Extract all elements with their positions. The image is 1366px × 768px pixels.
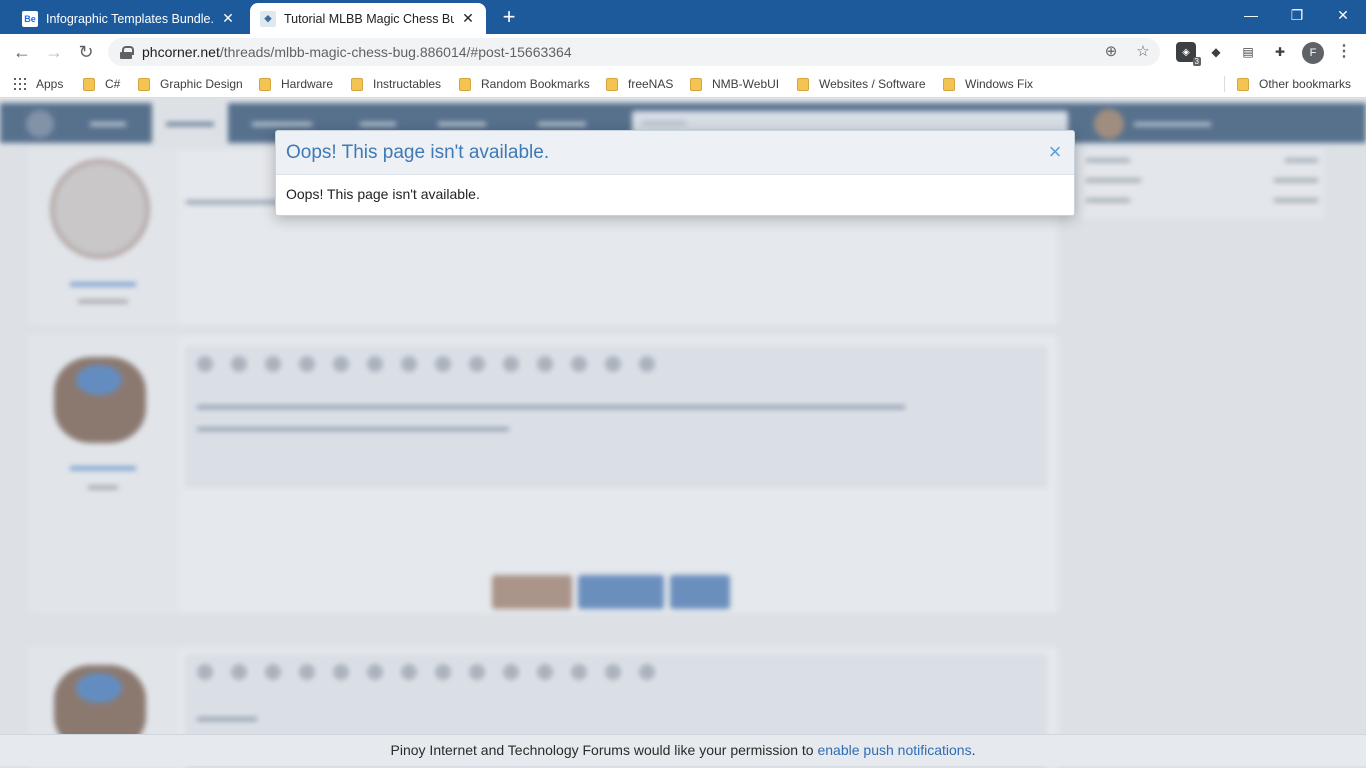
tab-close-icon[interactable]: ✕ — [460, 10, 476, 27]
url-path: /threads/mlbb-magic-chess-bug.886014/#po… — [219, 44, 572, 60]
url-host: phcorner.net — [142, 44, 220, 60]
phcorner-favicon-icon: ◆ — [260, 10, 276, 27]
profile-avatar[interactable]: F — [1302, 42, 1324, 64]
dialog-message: Oops! This page isn't available. — [286, 186, 480, 202]
browser-toolbar: ← → ↻ phcorner.net/threads/mlbb-magic-ch… — [0, 34, 1366, 70]
window-close-button[interactable]: ✕ — [1320, 0, 1366, 30]
push-notification-bar: Pinoy Internet and Technology Forums wou… — [0, 734, 1366, 766]
bookmark-csharp[interactable]: C# — [83, 75, 120, 93]
tab-mlbb-tutorial[interactable]: ◆ Tutorial MLBB Magic Chess Bug | ✕ — [250, 3, 486, 34]
extension-count: 3 — [1192, 57, 1201, 66]
folder-icon — [259, 77, 271, 91]
extension-doc-icon[interactable]: ▤ — [1238, 42, 1258, 62]
apps-grid-icon — [14, 78, 26, 90]
folder-icon — [606, 77, 618, 91]
folder-icon — [690, 77, 702, 91]
error-dialog: Oops! This page isn't available. × Oops!… — [275, 130, 1075, 216]
folder-icon — [83, 77, 95, 91]
new-tab-button[interactable]: + — [498, 6, 520, 28]
tab-close-icon[interactable]: ✕ — [220, 10, 236, 27]
bookmarks-bar: Apps C# Graphic Design Hardware Instruct… — [0, 70, 1366, 98]
restore-button[interactable]: ❐ — [1274, 0, 1320, 30]
bookmark-random[interactable]: Random Bookmarks — [459, 75, 590, 93]
bookmark-other[interactable]: Other bookmarks — [1237, 75, 1351, 93]
extension-shield-icon[interactable]: ◈ 3 — [1176, 42, 1201, 66]
behance-favicon-icon: Be — [22, 10, 38, 27]
folder-icon — [797, 77, 809, 91]
address-bar[interactable]: phcorner.net/threads/mlbb-magic-chess-bu… — [108, 38, 1160, 66]
push-text: Pinoy Internet and Technology Forums wou… — [390, 742, 818, 758]
close-icon[interactable]: × — [1046, 141, 1064, 165]
bookmark-hardware[interactable]: Hardware — [259, 75, 333, 93]
star-icon[interactable]: ☆ — [1134, 43, 1152, 61]
enable-push-notifications-link[interactable]: enable push notifications — [817, 742, 971, 758]
bookmark-windows-fix[interactable]: Windows Fix — [943, 75, 1033, 93]
tab-infographic[interactable]: Be Infographic Templates Bundle. In ✕ — [12, 3, 246, 34]
dialog-title: Oops! This page isn't available. — [286, 141, 550, 163]
lock-icon — [120, 45, 134, 59]
folder-icon — [351, 77, 363, 91]
add-circle-icon[interactable]: ⊕ — [1102, 43, 1120, 61]
bookmark-apps[interactable]: Apps — [14, 75, 63, 93]
folder-icon — [459, 77, 471, 91]
minimize-button[interactable]: — — [1228, 0, 1274, 30]
push-suffix: . — [971, 742, 976, 758]
bookmark-nmb-webui[interactable]: NMB-WebUI — [690, 75, 779, 93]
bookmark-freenas[interactable]: freeNAS — [606, 75, 673, 93]
dialog-header: Oops! This page isn't available. — [276, 131, 1074, 175]
folder-icon — [943, 77, 955, 91]
puzzle-icon[interactable]: ✚ — [1270, 42, 1290, 62]
bookmarks-divider — [1224, 76, 1225, 92]
bookmark-instructables[interactable]: Instructables — [351, 75, 441, 93]
tab-strip: Be Infographic Templates Bundle. In ✕ ◆ … — [0, 0, 1366, 34]
bookmark-websites-software[interactable]: Websites / Software — [797, 75, 926, 93]
menu-dots-icon[interactable]: ⋮ — [1336, 42, 1352, 64]
forward-arrow-icon[interactable]: → — [42, 40, 66, 64]
folder-icon — [1237, 77, 1249, 91]
bookmark-graphic-design[interactable]: Graphic Design — [138, 75, 243, 93]
tab-title: Infographic Templates Bundle. In — [46, 11, 214, 26]
folder-icon — [138, 77, 150, 91]
reload-icon[interactable]: ↻ — [74, 40, 98, 64]
extension-cube-icon[interactable]: ◆ — [1206, 42, 1226, 62]
back-arrow-icon[interactable]: ← — [10, 40, 34, 64]
tab-title: Tutorial MLBB Magic Chess Bug | — [284, 11, 454, 26]
